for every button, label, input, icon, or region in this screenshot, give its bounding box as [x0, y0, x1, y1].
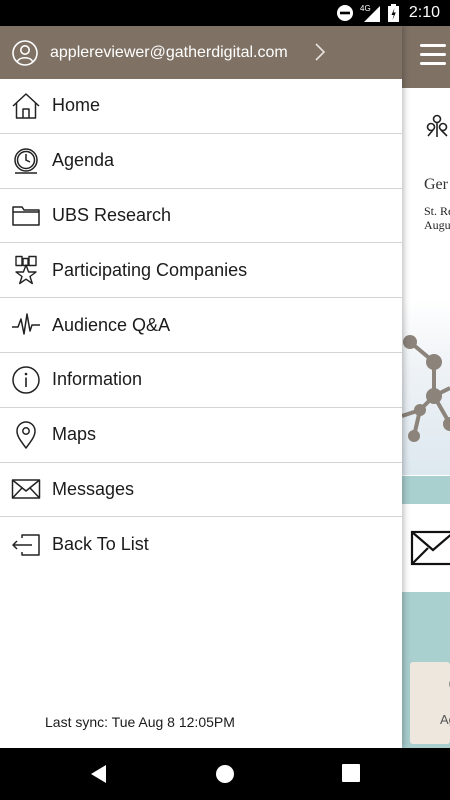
- svg-text:4G: 4G: [360, 4, 371, 13]
- keys-logo-icon: [426, 114, 448, 137]
- do-not-disturb-icon: [336, 5, 353, 21]
- background-content: Ger St. Re Augu: [402, 88, 450, 748]
- account-header[interactable]: applereviewer@gatherdigital.com: [0, 26, 402, 79]
- menu-item-messages[interactable]: Messages: [0, 463, 402, 518]
- navigation-bar: [0, 748, 450, 800]
- menu-label-ubs-research: UBS Research: [52, 204, 172, 225]
- drawer-menu: Home Agenda UBS Research Participating C…: [0, 79, 402, 572]
- menu-label-back-to-list: Back To List: [52, 534, 149, 555]
- map-pin-icon: [16, 420, 36, 449]
- signal-icon: 4G: [360, 4, 380, 22]
- molecule-banner: [402, 300, 450, 475]
- pulse-icon: [12, 313, 40, 335]
- menu-item-information[interactable]: Information: [0, 353, 402, 408]
- agenda-tile[interactable]: 9 Ag: [410, 662, 450, 744]
- menu-label-agenda: Agenda: [52, 150, 115, 171]
- menu-item-home[interactable]: Home: [0, 79, 402, 134]
- envelope-icon: [11, 479, 41, 500]
- menu-label-home: Home: [52, 95, 101, 116]
- menu-item-maps[interactable]: Maps: [0, 408, 402, 463]
- background-heading: Ger: [424, 176, 448, 193]
- navigation-drawer: applereviewer@gatherdigital.com Home Age…: [0, 26, 402, 748]
- status-bar: 4G 2:10: [0, 0, 450, 26]
- home-nav-icon[interactable]: [215, 764, 235, 784]
- menu-label-maps: Maps: [52, 424, 97, 445]
- menu-label-information: Information: [52, 369, 143, 390]
- avatar-icon: [12, 39, 38, 66]
- menu-item-ubs-research[interactable]: UBS Research: [0, 189, 402, 244]
- envelope-tile-icon: [410, 530, 450, 566]
- chevron-right-icon[interactable]: [314, 42, 326, 62]
- last-sync-text: Last sync: Tue Aug 8 12:05PM: [45, 714, 235, 730]
- info-icon: [12, 366, 40, 394]
- menu-item-audience-qa[interactable]: Audience Q&A: [0, 298, 402, 353]
- exit-icon: [12, 534, 40, 556]
- menu-label-participating-companies: Participating Companies: [52, 259, 248, 280]
- folder-icon: [12, 206, 40, 227]
- account-email: applereviewer@gatherdigital.com: [50, 43, 288, 61]
- molecule-graphic: [402, 335, 450, 442]
- menu-item-back-to-list[interactable]: Back To List: [0, 517, 402, 572]
- home-icon: [12, 93, 40, 119]
- hamburger-menu-icon[interactable]: [420, 44, 446, 66]
- menu-item-agenda[interactable]: Agenda: [0, 134, 402, 189]
- recents-icon[interactable]: [342, 764, 360, 782]
- messages-tile[interactable]: [402, 504, 450, 592]
- background-subtext: St. Re Augu: [424, 204, 450, 232]
- menu-label-audience-qa: Audience Q&A: [52, 314, 171, 335]
- companies-star-icon: [15, 256, 37, 285]
- menu-label-messages: Messages: [52, 478, 135, 499]
- status-time: 2:10: [408, 4, 440, 21]
- menu-item-participating-companies[interactable]: Participating Companies: [0, 243, 402, 299]
- back-icon[interactable]: [89, 764, 109, 784]
- battery-icon: [387, 4, 399, 22]
- clock-icon: [14, 147, 38, 174]
